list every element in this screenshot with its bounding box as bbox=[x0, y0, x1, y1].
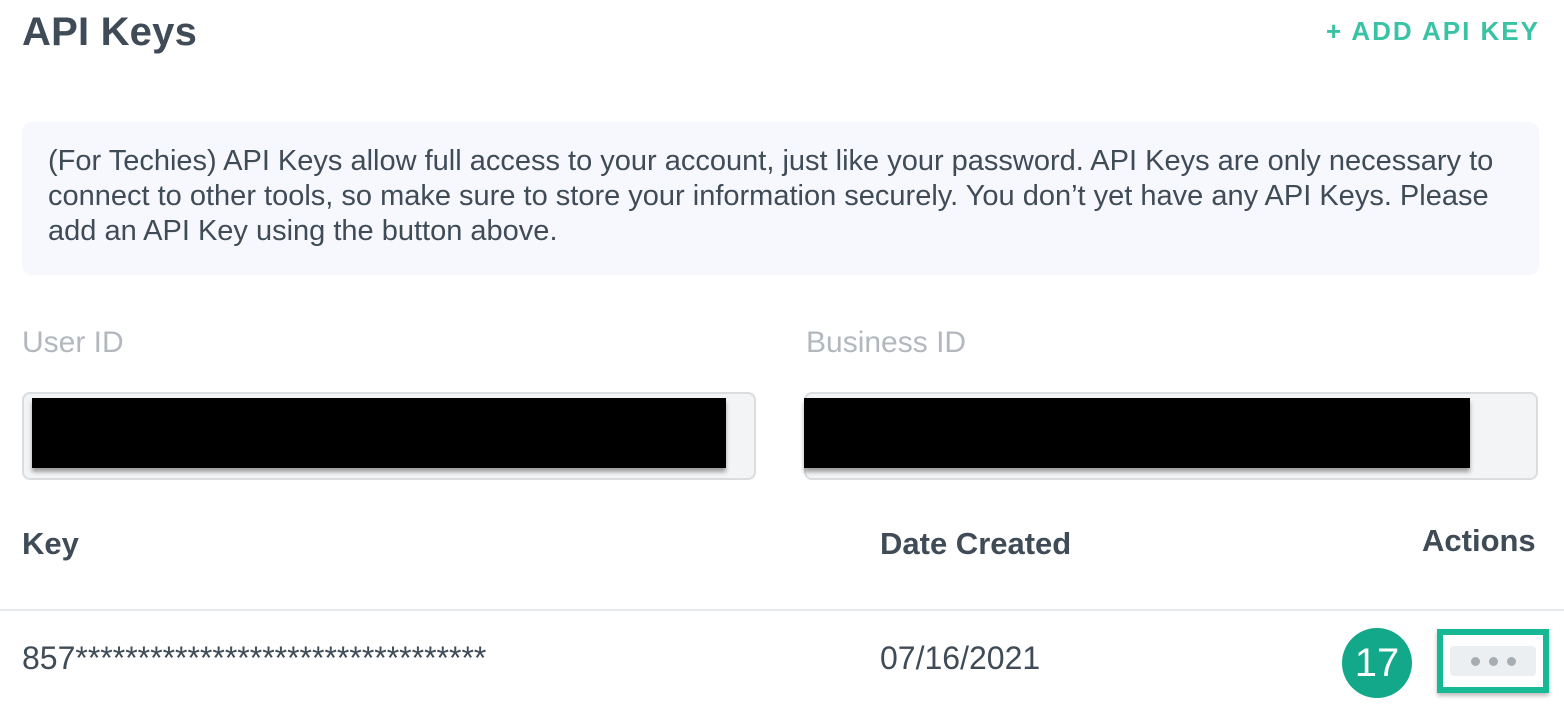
add-api-key-button[interactable]: + ADD API KEY bbox=[1326, 16, 1540, 47]
row-actions-button[interactable] bbox=[1437, 629, 1549, 693]
page-title: API Keys bbox=[22, 10, 198, 54]
column-header-actions: Actions bbox=[1422, 523, 1536, 558]
info-text: (For Techies) API Keys allow full access… bbox=[48, 145, 1494, 247]
business-id-field[interactable] bbox=[804, 392, 1538, 480]
column-header-date-created: Date Created bbox=[880, 526, 1072, 561]
column-header-key: Key bbox=[22, 526, 79, 561]
business-id-label: Business ID bbox=[806, 326, 967, 359]
user-id-field[interactable] bbox=[22, 392, 756, 480]
table-divider bbox=[0, 609, 1564, 611]
info-box: (For Techies) API Keys allow full access… bbox=[22, 122, 1539, 275]
user-id-label: User ID bbox=[22, 326, 124, 359]
api-key-value: 857********************************* bbox=[22, 640, 487, 676]
more-horizontal-icon bbox=[1450, 646, 1536, 676]
redaction-bar bbox=[32, 398, 726, 468]
step-badge: 17 bbox=[1342, 628, 1412, 698]
redaction-bar bbox=[804, 398, 1470, 468]
date-created-value: 07/16/2021 bbox=[880, 640, 1041, 676]
